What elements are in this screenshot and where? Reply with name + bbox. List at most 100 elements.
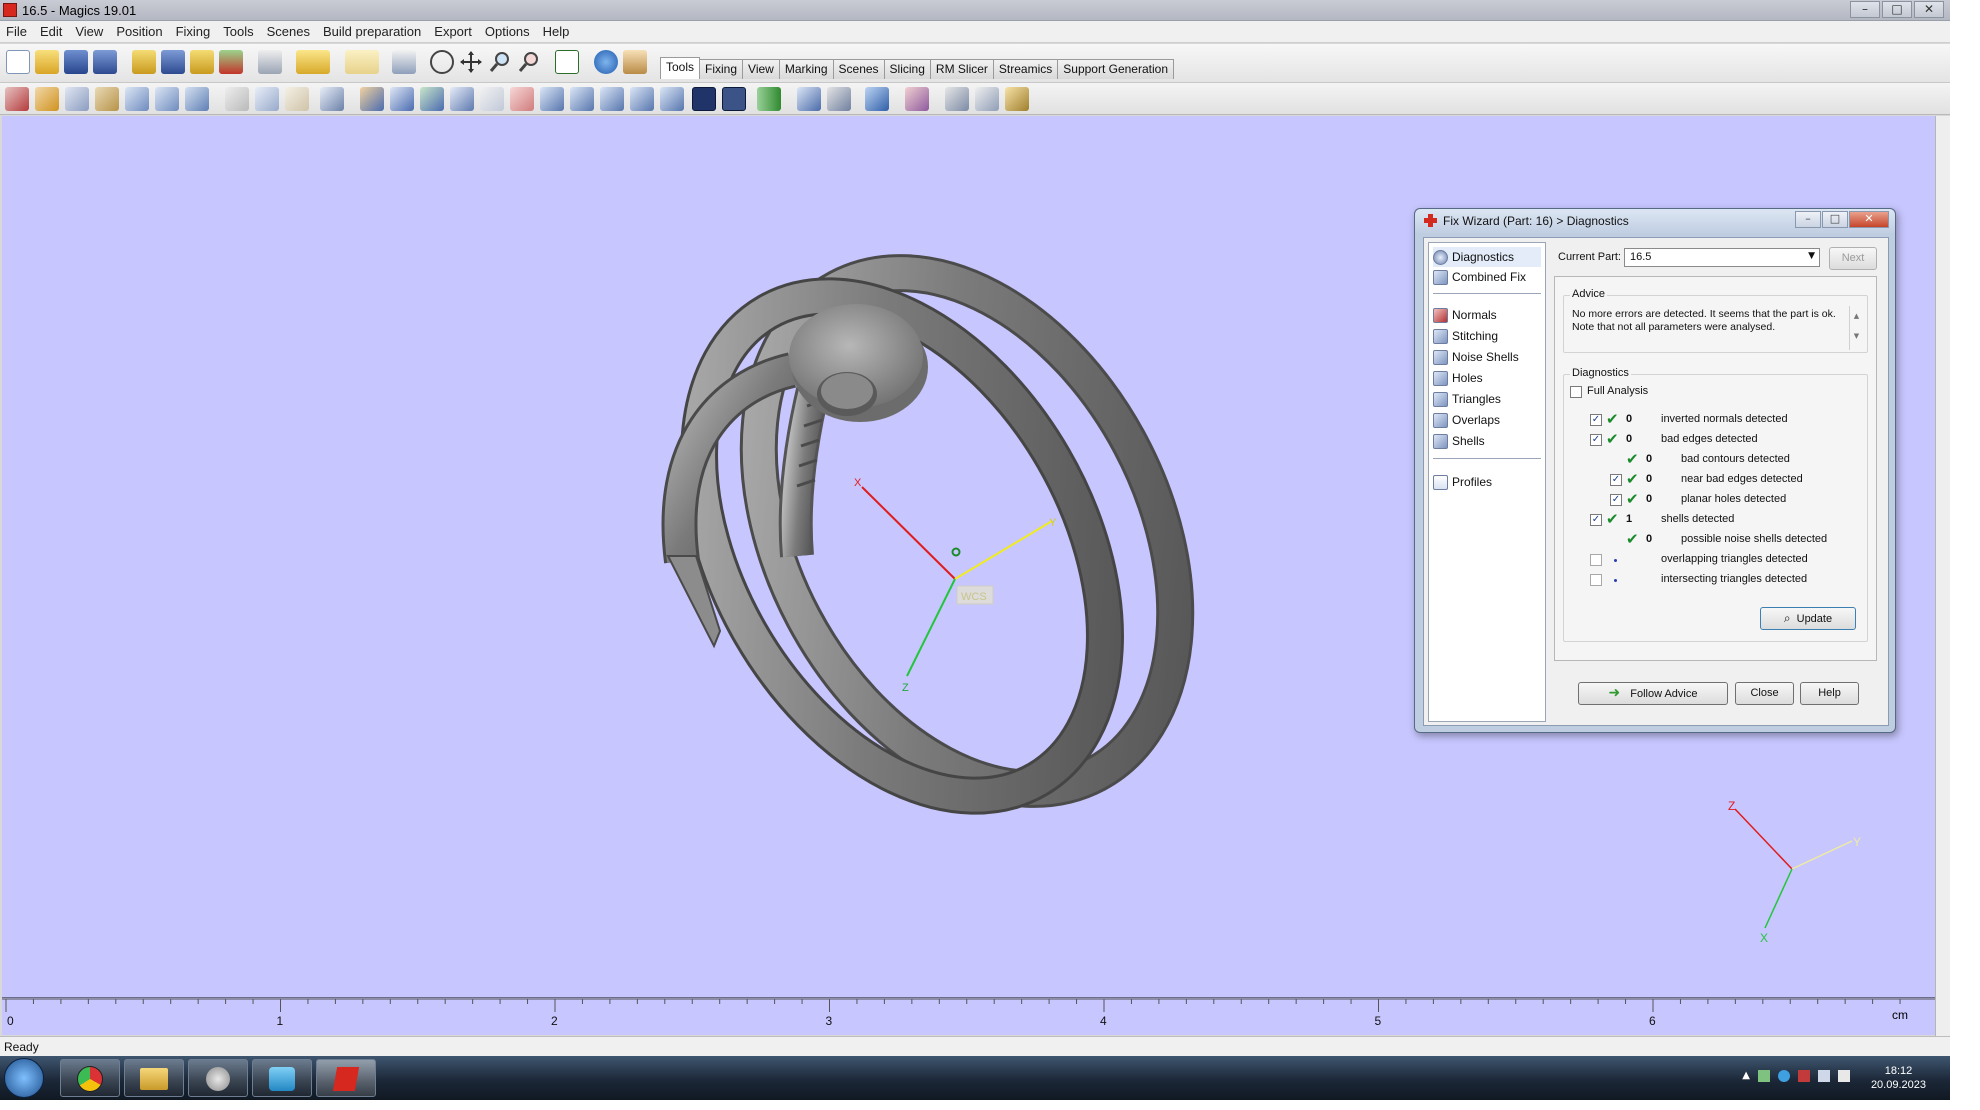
save-as-icon[interactable] (93, 50, 117, 74)
nesting-icon[interactable] (905, 87, 929, 111)
offset-icon[interactable] (420, 87, 444, 111)
settings-taskbar-button[interactable] (188, 1059, 248, 1097)
overlapping-triangles-checkbox[interactable] (1590, 554, 1602, 566)
tab-scenes[interactable]: Scenes (832, 59, 885, 79)
undo-icon[interactable] (296, 50, 330, 74)
open-folder-icon[interactable] (35, 50, 59, 74)
cut-icon[interactable] (225, 87, 249, 111)
help-button[interactable]: Help (1800, 682, 1859, 705)
tray-flag-icon[interactable] (1798, 1070, 1810, 1082)
menu-view[interactable]: View (75, 24, 103, 39)
build-time-icon[interactable] (1005, 87, 1029, 111)
rotate-part-icon[interactable] (65, 87, 89, 111)
merge-icon[interactable] (797, 87, 821, 111)
redo-icon[interactable] (345, 50, 379, 74)
planar-holes-checkbox[interactable]: ✓ (1610, 494, 1622, 506)
nav-item-profiles[interactable]: Profiles (1433, 472, 1492, 492)
maximize-button[interactable]: □ (1882, 1, 1912, 18)
tab-tools[interactable]: Tools (660, 57, 701, 79)
magics-taskbar-button[interactable] (316, 1059, 376, 1097)
measure-check-icon[interactable] (555, 50, 579, 74)
tray-globe-icon[interactable] (1778, 1070, 1790, 1082)
rotate-interactive-icon[interactable] (95, 87, 119, 111)
tray-network-icon[interactable] (1758, 1070, 1770, 1082)
start-button[interactable] (4, 1058, 44, 1098)
menu-edit[interactable]: Edit (40, 24, 62, 39)
extrude-icon[interactable] (390, 87, 414, 111)
boolean-icon[interactable] (510, 87, 534, 111)
rotate-view-icon[interactable] (430, 50, 454, 74)
nav-item-noise-shells[interactable]: Noise Shells (1433, 347, 1519, 367)
box-icon[interactable] (540, 87, 564, 111)
zoom-icon[interactable] (488, 50, 512, 74)
print-icon[interactable] (258, 50, 282, 74)
tab-slicing[interactable]: Slicing (883, 59, 931, 79)
section-icon[interactable] (600, 87, 624, 111)
pan-view-icon[interactable] (459, 50, 483, 74)
shells-checkbox[interactable]: ✓ (1590, 514, 1602, 526)
nav-item-overlaps[interactable]: Overlaps (1433, 410, 1500, 430)
copy-icon[interactable] (255, 87, 279, 111)
close-dialog-button[interactable]: Close (1735, 682, 1794, 705)
save-part-icon[interactable] (161, 50, 185, 74)
save-icon[interactable] (64, 50, 88, 74)
chrome-taskbar-button[interactable] (60, 1059, 120, 1097)
dialog-maximize-button[interactable]: □ (1822, 211, 1848, 228)
menu-position[interactable]: Position (116, 24, 162, 39)
load-scene-icon[interactable] (190, 50, 214, 74)
follow-advice-button[interactable]: ➜ Follow Advice (1578, 682, 1728, 705)
app-v8-taskbar-button[interactable] (252, 1059, 312, 1097)
current-part-select[interactable]: 16.5 ▼ (1624, 248, 1820, 267)
tab-streamics[interactable]: Streamics (992, 59, 1059, 79)
import-part-icon[interactable] (132, 50, 156, 74)
bad-edges-checkbox[interactable]: ✓ (1590, 434, 1602, 446)
clock[interactable]: 18:12 20.09.2023 (1871, 1064, 1926, 1092)
select-icon[interactable] (392, 50, 416, 74)
minimize-button[interactable]: – (1850, 1, 1880, 18)
unload-part-icon[interactable] (219, 50, 243, 74)
shell-icon[interactable] (480, 87, 504, 111)
translate-part-icon[interactable] (5, 87, 29, 111)
platform-icon[interactable] (865, 87, 889, 111)
tab-rm-slicer[interactable]: RM Slicer (929, 59, 994, 79)
nav-item-stitching[interactable]: Stitching (1433, 326, 1498, 346)
nav-item-shells[interactable]: Shells (1433, 431, 1485, 451)
menu-scenes[interactable]: Scenes (267, 24, 310, 39)
explorer-taskbar-button[interactable] (124, 1059, 184, 1097)
menu-tools[interactable]: Tools (223, 24, 253, 39)
menu-build-preparation[interactable]: Build preparation (323, 24, 421, 39)
full-analysis-checkbox[interactable] (1570, 386, 1582, 398)
menu-help[interactable]: Help (543, 24, 570, 39)
close-button[interactable]: ✕ (1914, 1, 1944, 18)
nav-item-holes[interactable]: Holes (1433, 368, 1483, 388)
intersecting-triangles-checkbox[interactable] (1590, 574, 1602, 586)
tab-support-generation[interactable]: Support Generation (1057, 59, 1175, 79)
dialog-minimize-button[interactable]: – (1795, 211, 1821, 228)
menu-file[interactable]: File (6, 24, 27, 39)
help-icon[interactable] (594, 50, 618, 74)
part-info-icon[interactable] (827, 87, 851, 111)
tray-arrow-icon[interactable]: ▲ (1742, 1070, 1750, 1082)
menu-options[interactable]: Options (485, 24, 530, 39)
next-button[interactable]: Next (1829, 247, 1877, 270)
tools-settings-icon[interactable] (945, 87, 969, 111)
menu-export[interactable]: Export (434, 24, 472, 39)
tray-volume-icon[interactable] (1838, 1070, 1850, 1082)
tab-fixing[interactable]: Fixing (699, 59, 744, 79)
whats-this-icon[interactable] (623, 50, 647, 74)
nav-item-combined-fix[interactable]: Combined Fix (1433, 267, 1526, 287)
update-button[interactable]: ⌕ Update (1760, 607, 1856, 630)
cylinder-icon[interactable] (570, 87, 594, 111)
label-icon[interactable] (630, 87, 654, 111)
nav-item-diagnostics[interactable]: Diagnostics (1433, 247, 1541, 267)
nav-item-normals[interactable]: Normals (1433, 305, 1497, 325)
duplicate-icon[interactable] (185, 87, 209, 111)
zoom-window-icon[interactable] (517, 50, 541, 74)
menu-fixing[interactable]: Fixing (176, 24, 211, 39)
shaded-icon[interactable] (722, 87, 746, 111)
split-icon[interactable] (757, 87, 781, 111)
dialog-close-button[interactable]: ✕ (1849, 211, 1889, 228)
cut-punch-icon[interactable] (320, 87, 344, 111)
hollow-icon[interactable] (360, 87, 384, 111)
scale-icon[interactable] (125, 87, 149, 111)
